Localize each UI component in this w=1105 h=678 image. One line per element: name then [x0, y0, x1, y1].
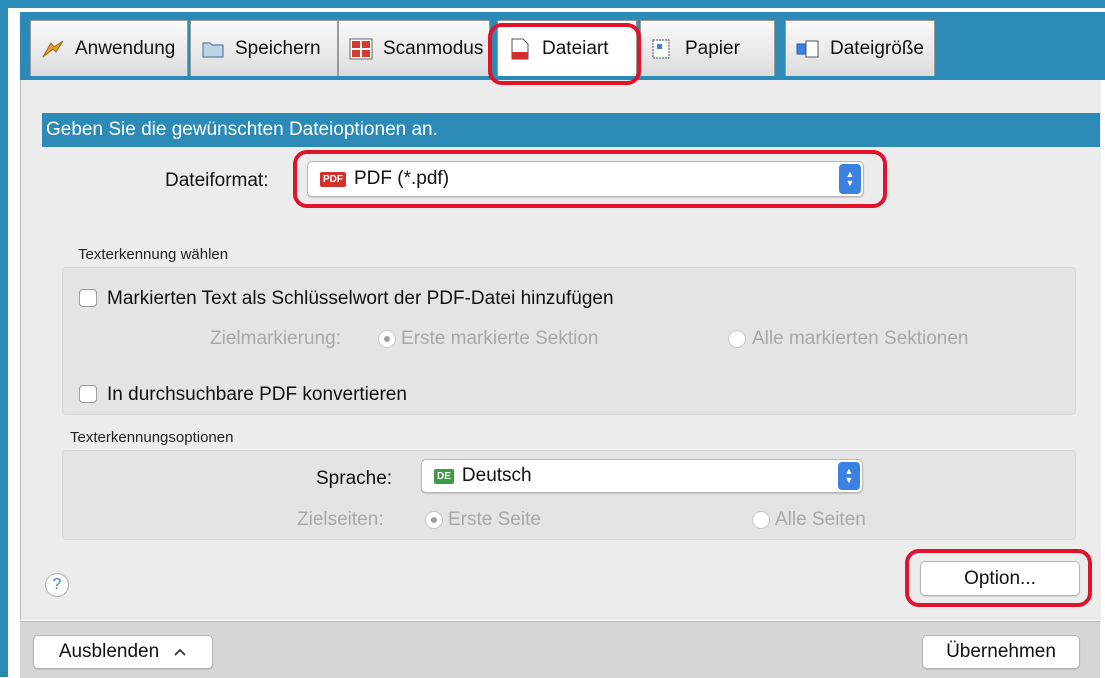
- language-value: Deutsch: [461, 465, 532, 486]
- tab-label: Papier: [685, 37, 740, 59]
- target-marking-label: Zielmarkierung:: [210, 328, 341, 349]
- target-pages-label: Zielseiten:: [297, 509, 384, 530]
- hide-button[interactable]: Ausblenden: [33, 635, 213, 669]
- scan-mode-icon: [349, 38, 373, 60]
- first-section-label: Erste markierte Sektion: [401, 328, 599, 349]
- first-section-radio[interactable]: [378, 330, 396, 348]
- ocr-options-title: Texterkennungsoptionen: [70, 429, 234, 446]
- tab-speichern[interactable]: Speichern: [190, 20, 338, 76]
- tab-papier[interactable]: Papier: [640, 20, 775, 76]
- file-size-icon: [796, 38, 820, 60]
- searchable-pdf-checkbox[interactable]: [79, 385, 97, 403]
- tab-label: Speichern: [235, 37, 321, 59]
- keyword-checkbox[interactable]: [79, 289, 97, 307]
- all-sections-radio[interactable]: [728, 330, 746, 348]
- tab-label: Dateiart: [542, 37, 609, 59]
- keyword-checkbox-label: Markierten Text als Schlüsselwort der PD…: [107, 288, 614, 309]
- tab-label: Dateigröße: [830, 37, 924, 59]
- chevron-up-icon: [173, 641, 187, 663]
- file-format-value: PDF (*.pdf): [354, 168, 450, 189]
- all-pages-label: Alle Seiten: [775, 509, 866, 530]
- apply-button[interactable]: Übernehmen: [922, 635, 1080, 669]
- all-pages-radio[interactable]: [752, 511, 770, 529]
- first-page-label: Erste Seite: [448, 509, 541, 530]
- select-stepper-icon: ▲ ▼: [838, 462, 860, 490]
- pdf-icon: PDF: [320, 171, 346, 187]
- text-recognition-title: Texterkennung wählen: [78, 246, 229, 263]
- folder-icon: [201, 38, 225, 60]
- de-flag-icon: DE: [434, 468, 454, 484]
- all-sections-label: Alle markierten Sektionen: [752, 328, 969, 349]
- application-icon: [41, 38, 65, 60]
- select-stepper-icon: ▲ ▼: [839, 164, 861, 194]
- first-page-radio[interactable]: [425, 511, 443, 529]
- hide-button-label: Ausblenden: [58, 641, 160, 662]
- tab-label: Scanmodus: [383, 37, 484, 59]
- language-label: Sprache:: [316, 468, 393, 489]
- tab-label: Anwendung: [75, 37, 176, 59]
- file-format-label: Dateiformat:: [165, 170, 269, 191]
- searchable-pdf-label: In durchsuchbare PDF konvertieren: [107, 384, 407, 405]
- file-type-icon: [508, 38, 532, 60]
- option-button[interactable]: Option...: [920, 561, 1080, 596]
- tab-scanmodus[interactable]: Scanmodus: [338, 20, 490, 76]
- file-format-select[interactable]: PDF PDF (*.pdf) ▲ ▼: [307, 161, 864, 197]
- paper-icon: [651, 38, 675, 60]
- tab-anwendung[interactable]: Anwendung: [30, 20, 188, 76]
- instruction-banner: Geben Sie die gewünschten Dateioptionen …: [42, 113, 1100, 147]
- tab-dateiart[interactable]: Dateiart: [497, 20, 637, 76]
- help-icon[interactable]: ?: [45, 573, 69, 597]
- language-select[interactable]: DE Deutsch ▲ ▼: [421, 459, 863, 493]
- tab-dateigroesse[interactable]: Dateigröße: [785, 20, 935, 76]
